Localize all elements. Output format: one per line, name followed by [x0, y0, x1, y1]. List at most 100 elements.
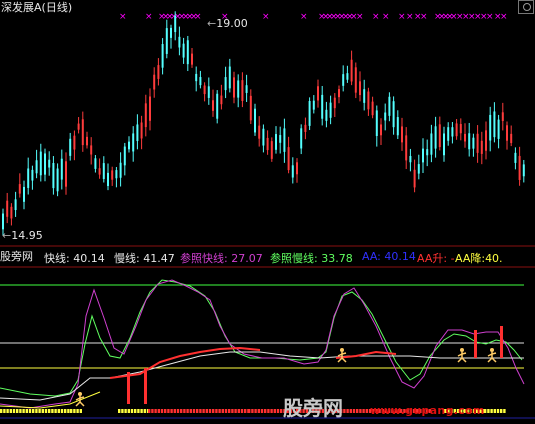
strip-cell	[157, 409, 160, 413]
strip-cell	[218, 409, 221, 413]
candle-body	[363, 89, 366, 103]
candle-body	[287, 147, 290, 171]
candle-body	[325, 109, 328, 121]
strip-cell	[32, 409, 35, 413]
legend-aa: AA: 40.14	[362, 250, 416, 263]
strip-cell	[25, 409, 28, 413]
corner-button[interactable]	[518, 0, 534, 14]
strip-cell	[22, 409, 25, 413]
strip-cell	[186, 409, 189, 413]
chart-title: 深发展A(日线)	[1, 1, 72, 14]
candle-body	[186, 40, 189, 65]
candle-body	[333, 97, 336, 109]
candle-body	[464, 133, 466, 142]
marker-x: ×	[300, 12, 308, 22]
candle-body	[233, 77, 235, 98]
strip-cell	[38, 409, 41, 413]
candle-body	[329, 102, 332, 118]
signal-bar	[127, 372, 130, 404]
strip-cell	[487, 409, 490, 413]
candle-body	[266, 137, 269, 151]
candle-body	[346, 73, 349, 80]
strip-cell	[73, 409, 76, 413]
strip-cell	[237, 409, 240, 413]
candle-body	[480, 140, 483, 154]
marker-x: ×	[145, 12, 153, 22]
candle-body	[249, 95, 252, 121]
strip-cell	[173, 409, 176, 413]
candle-body	[23, 186, 25, 202]
candle-body	[245, 85, 248, 93]
strip-cell	[148, 409, 151, 413]
high-price-label: ←19.00	[207, 17, 248, 30]
marker-x: ×	[382, 12, 390, 22]
candle-body	[380, 124, 382, 136]
marker-x: ×	[406, 12, 414, 22]
candle-body	[359, 81, 361, 96]
candle-body	[144, 103, 147, 128]
legend-ref-fast: 参照快线: 27.07	[180, 252, 263, 265]
stock-chart[interactable]: ×××××××××× ×××××××××× × × × ×× ××××××××××× ××× ×…	[0, 0, 535, 424]
candle-body	[174, 15, 177, 33]
candle-body	[296, 162, 298, 175]
candle-body	[170, 27, 172, 38]
candle-body	[317, 86, 319, 101]
strip-cell	[154, 409, 157, 413]
strip-cell	[9, 409, 12, 413]
runner-icon	[457, 348, 467, 363]
strip-cell	[137, 409, 140, 413]
signal-bar	[474, 330, 477, 358]
legend-slow: 慢线: 41.47	[114, 252, 175, 265]
legend-aa-up: AA升: -	[417, 252, 455, 265]
candle-body	[2, 213, 4, 230]
strip-cell	[121, 409, 124, 413]
strip-cell	[221, 409, 224, 413]
candle-body	[31, 169, 34, 181]
candle-body	[485, 130, 487, 151]
marker-x: ×	[372, 12, 380, 22]
candle-body	[270, 141, 273, 159]
candle-body	[48, 159, 51, 168]
strip-cell	[503, 409, 506, 413]
candle-body	[157, 65, 160, 79]
candle-body	[401, 126, 403, 143]
candle-body	[455, 123, 458, 137]
candle-body	[514, 152, 517, 163]
strip-cell	[493, 409, 496, 413]
strip-cell	[189, 409, 192, 413]
strip-cell	[359, 409, 362, 413]
candle-body	[417, 164, 420, 174]
strip-cell	[170, 409, 173, 413]
strip-cell	[127, 409, 130, 413]
candle-body	[308, 101, 311, 126]
strip-cell	[76, 409, 79, 413]
candle-body	[203, 85, 206, 95]
runner-icon	[487, 348, 497, 363]
strip-cell	[143, 409, 146, 413]
candle-body	[128, 141, 130, 150]
stock-name: 深发展A	[1, 1, 42, 14]
candle-body	[338, 89, 340, 98]
runner-icon	[337, 348, 347, 363]
candle-body	[119, 162, 122, 178]
candle-body	[220, 95, 223, 105]
candle-body	[153, 74, 156, 90]
strip-cell	[70, 409, 73, 413]
runner-head	[78, 392, 82, 396]
candle-body	[161, 44, 164, 68]
period-label: (日线)	[41, 1, 73, 14]
candle-body	[426, 149, 429, 156]
candle-body	[472, 137, 475, 149]
strip-cell	[64, 409, 67, 413]
candle-body	[102, 163, 105, 179]
candle-body	[149, 96, 151, 121]
runner-head	[340, 348, 344, 352]
candle-body	[430, 133, 433, 155]
marker-x: ×	[486, 12, 494, 22]
candle-body	[312, 100, 315, 110]
candle-body	[165, 28, 168, 54]
candle-body	[27, 168, 30, 188]
strip-cell	[273, 409, 276, 413]
watermark-text: 股旁网	[283, 396, 343, 420]
candle-body	[396, 117, 399, 136]
